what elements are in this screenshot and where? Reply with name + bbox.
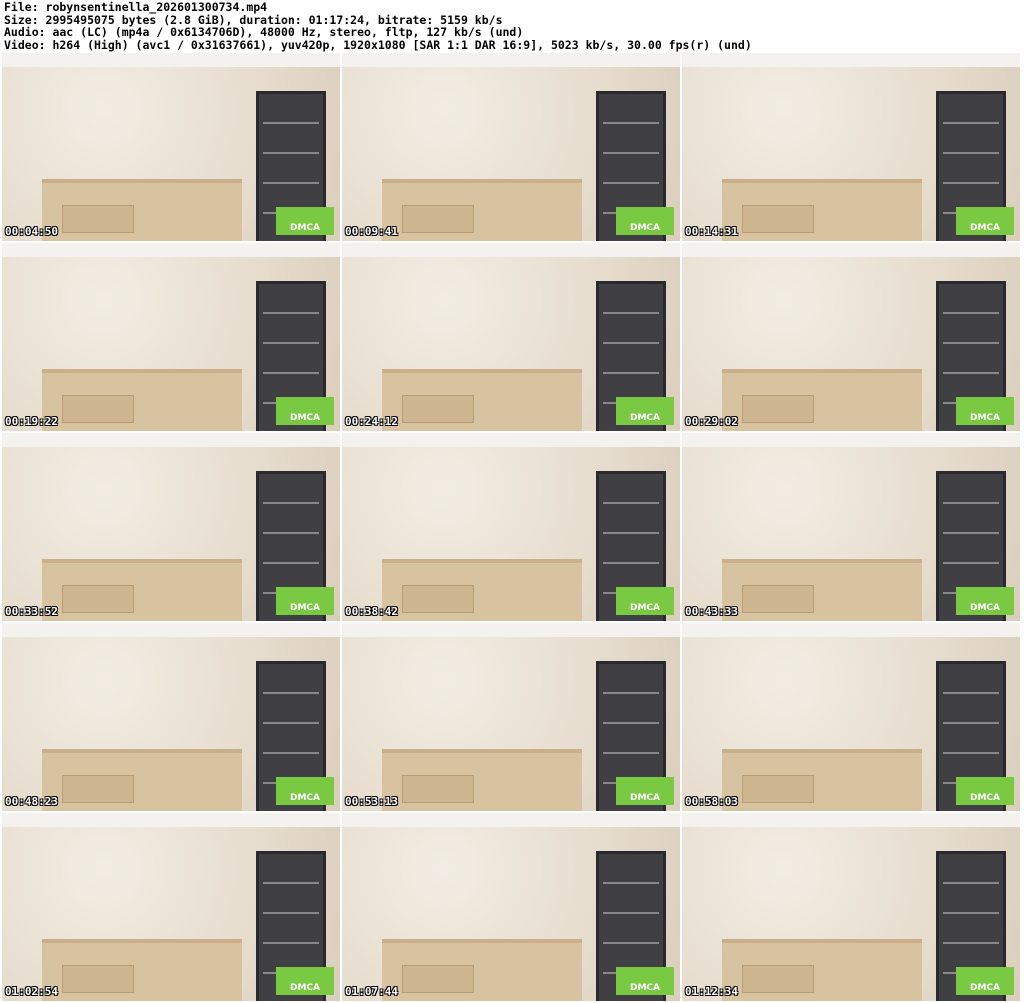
- thumbnail-frame[interactable]: DMCA 00:14:31: [682, 53, 1020, 241]
- watermark-badge: DMCA: [616, 207, 674, 235]
- drawer: [402, 395, 474, 423]
- watermark-badge: DMCA: [616, 777, 674, 805]
- watermark-badge: DMCA: [956, 587, 1014, 615]
- ceiling: [342, 813, 680, 827]
- watermark-badge: DMCA: [616, 967, 674, 995]
- watermark-badge: DMCA: [276, 967, 334, 995]
- timestamp: 00:33:52: [5, 605, 58, 618]
- thumbnail-frame[interactable]: DMCA 01:02:54: [2, 813, 340, 1001]
- timestamp: 01:12:34: [685, 985, 738, 998]
- thumbnail-grid: DMCA 00:04:50 DMCA 00:09:41 DMCA 00:14:31 DMCA…: [2, 53, 1020, 1001]
- ceiling: [682, 433, 1020, 447]
- ceiling: [2, 813, 340, 827]
- ceiling: [342, 53, 680, 67]
- thumbnail-frame[interactable]: DMCA 00:33:52: [2, 433, 340, 621]
- timestamp: 00:38:42: [345, 605, 398, 618]
- watermark-badge: DMCA: [276, 207, 334, 235]
- timestamp: 00:09:41: [345, 225, 398, 238]
- timestamp: 00:48:23: [5, 795, 58, 808]
- drawer: [742, 205, 814, 233]
- timestamp: 00:14:31: [685, 225, 738, 238]
- timestamp: 00:29:02: [685, 415, 738, 428]
- ceiling: [682, 53, 1020, 67]
- watermark-badge: DMCA: [956, 967, 1014, 995]
- drawer: [62, 775, 134, 803]
- drawer: [402, 205, 474, 233]
- drawer: [402, 585, 474, 613]
- timestamp: 00:19:22: [5, 415, 58, 428]
- file-info-header: File: robynsentinella_202601300734.mp4 Si…: [4, 1, 752, 51]
- thumbnail-frame[interactable]: DMCA 00:04:50: [2, 53, 340, 241]
- thumbnail-frame[interactable]: DMCA 00:38:42: [342, 433, 680, 621]
- ceiling: [342, 433, 680, 447]
- thumbnail-frame[interactable]: DMCA 00:43:33: [682, 433, 1020, 621]
- thumbnail-frame[interactable]: DMCA 00:53:13: [342, 623, 680, 811]
- video-info: Video: h264 (High) (avc1 / 0x31637661), …: [4, 37, 752, 52]
- drawer: [402, 965, 474, 993]
- watermark-badge: DMCA: [956, 777, 1014, 805]
- timestamp: 00:43:33: [685, 605, 738, 618]
- drawer: [62, 395, 134, 423]
- drawer: [62, 205, 134, 233]
- watermark-badge: DMCA: [956, 397, 1014, 425]
- timestamp: 00:24:12: [345, 415, 398, 428]
- watermark-badge: DMCA: [616, 587, 674, 615]
- watermark-badge: DMCA: [276, 777, 334, 805]
- ceiling: [2, 53, 340, 67]
- ceiling: [682, 243, 1020, 257]
- ceiling: [2, 433, 340, 447]
- timestamp: 00:58:03: [685, 795, 738, 808]
- timestamp: 01:07:44: [345, 985, 398, 998]
- watermark-badge: DMCA: [956, 207, 1014, 235]
- timestamp: 00:53:13: [345, 795, 398, 808]
- thumbnail-frame[interactable]: DMCA 00:48:23: [2, 623, 340, 811]
- thumbnail-frame[interactable]: DMCA 01:07:44: [342, 813, 680, 1001]
- drawer: [742, 585, 814, 613]
- file-name: File: robynsentinella_202601300734.mp4: [4, 0, 268, 14]
- drawer: [742, 395, 814, 423]
- drawer: [742, 775, 814, 803]
- watermark-badge: DMCA: [616, 397, 674, 425]
- thumbnail-frame[interactable]: DMCA 00:19:22: [2, 243, 340, 431]
- drawer: [62, 585, 134, 613]
- thumbnail-frame[interactable]: DMCA 00:58:03: [682, 623, 1020, 811]
- timestamp: 00:04:50: [5, 225, 58, 238]
- ceiling: [342, 623, 680, 637]
- thumbnail-frame[interactable]: DMCA 00:09:41: [342, 53, 680, 241]
- ceiling: [682, 813, 1020, 827]
- ceiling: [2, 243, 340, 257]
- timestamp: 01:02:54: [5, 985, 58, 998]
- ceiling: [342, 243, 680, 257]
- drawer: [402, 775, 474, 803]
- thumbnail-frame[interactable]: DMCA 00:24:12: [342, 243, 680, 431]
- thumbnail-frame[interactable]: DMCA 00:29:02: [682, 243, 1020, 431]
- watermark-badge: DMCA: [276, 397, 334, 425]
- audio-info: Audio: aac (LC) (mp4a / 0x6134706D), 480…: [4, 25, 524, 39]
- drawer: [62, 965, 134, 993]
- ceiling: [682, 623, 1020, 637]
- ceiling: [2, 623, 340, 637]
- thumbnail-frame[interactable]: DMCA 01:12:34: [682, 813, 1020, 1001]
- watermark-badge: DMCA: [276, 587, 334, 615]
- drawer: [742, 965, 814, 993]
